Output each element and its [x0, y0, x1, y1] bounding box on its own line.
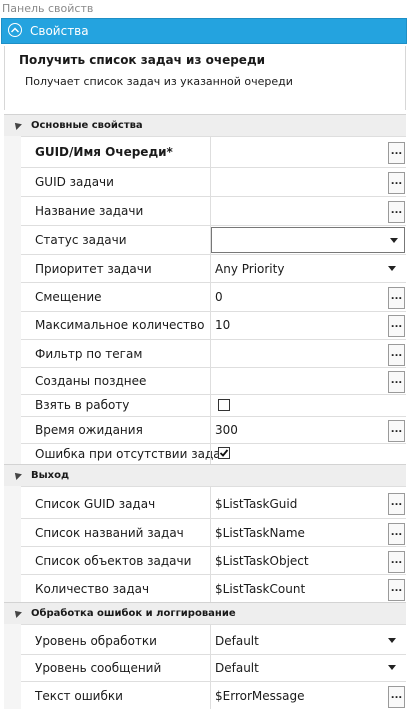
ellipsis-button[interactable]: ...: [388, 686, 405, 708]
prop-label: Список названий задач: [35, 526, 184, 540]
ellipsis-button[interactable]: ...: [388, 493, 405, 515]
prop-value-tag-filter[interactable]: ...: [210, 340, 406, 367]
prop-label: Созданы позднее: [35, 374, 147, 388]
collapse-triangle-icon[interactable]: [12, 120, 22, 130]
task-priority-dropdown[interactable]: Any Priority: [211, 255, 406, 282]
prop-value-handling-level[interactable]: Default: [210, 625, 406, 654]
prop-row-handling-level: Уровень обработки Default: [21, 624, 406, 654]
left-gutter: [4, 136, 21, 464]
prop-row-take-to-work: Взять в работу: [21, 394, 406, 416]
prop-label: Смещение: [35, 290, 102, 304]
panel-title: Панель свойств: [2, 2, 94, 15]
prop-value-error-text[interactable]: $ErrorMessage ...: [210, 682, 406, 709]
prop-row-count: Количество задач $ListTaskCount ...: [21, 574, 406, 602]
prop-value-timeout[interactable]: 300 ...: [210, 417, 406, 443]
collapse-triangle-icon[interactable]: [12, 470, 22, 480]
prop-label: Уровень сообщений: [35, 661, 162, 675]
prop-row-queue-guid: GUID/Имя Очереди* ...: [21, 136, 406, 167]
prop-label: GUID/Имя Очереди*: [35, 145, 173, 159]
prop-row-offset: Смещение 0 ...: [21, 282, 406, 311]
ellipsis-button[interactable]: ...: [388, 287, 405, 309]
prop-label: Приоритет задачи: [35, 262, 152, 276]
prop-label: GUID задачи: [35, 175, 114, 189]
ellipsis-button[interactable]: ...: [388, 371, 405, 393]
prop-label: Фильтр по тегам: [35, 347, 143, 361]
activity-description: Получает список задач из указанной очере…: [25, 75, 293, 88]
message-level-dropdown[interactable]: Default: [211, 655, 406, 681]
properties-header[interactable]: Свойства: [1, 18, 407, 44]
prop-row-task-name: Название задачи ...: [21, 196, 406, 225]
prop-row-tag-filter: Фильтр по тегам ...: [21, 339, 406, 367]
prop-value-message-level[interactable]: Default: [210, 655, 406, 681]
prop-label: Время ожидания: [35, 423, 143, 437]
prop-row-guid-list: Список GUID задач $ListTaskGuid ...: [21, 486, 406, 518]
category-output[interactable]: Выход: [4, 464, 406, 486]
prop-value-task-status[interactable]: [210, 226, 406, 254]
prop-value-take-to-work[interactable]: [210, 395, 406, 416]
chevron-down-icon[interactable]: [388, 638, 396, 643]
prop-label: Название задачи: [35, 204, 144, 218]
prop-value-guid-list[interactable]: $ListTaskGuid ...: [210, 487, 406, 518]
prop-row-max-count: Максимальное количество 10 ...: [21, 311, 406, 339]
chevron-down-icon[interactable]: [388, 266, 396, 271]
prop-value-name-list[interactable]: $ListTaskName ...: [210, 519, 406, 546]
prop-label: Статус задачи: [35, 233, 127, 247]
header-title: Свойства: [30, 24, 89, 38]
prop-value-offset[interactable]: 0 ...: [210, 283, 406, 311]
prop-value-object-list[interactable]: $ListTaskObject ...: [210, 547, 406, 574]
ellipsis-button[interactable]: ...: [388, 579, 405, 601]
chevron-down-icon[interactable]: [390, 238, 398, 243]
prop-row-task-guid: GUID задачи ...: [21, 167, 406, 196]
prop-label: Ошибка при отсутствии задач: [35, 447, 228, 461]
handling-level-dropdown[interactable]: Default: [211, 625, 406, 654]
category-label: Основные свойства: [31, 120, 143, 131]
ellipsis-button[interactable]: ...: [388, 315, 405, 337]
prop-value-error-if-empty[interactable]: [210, 444, 406, 464]
prop-row-message-level: Уровень сообщений Default: [21, 654, 406, 681]
left-gutter: [4, 624, 21, 709]
error-if-empty-checkbox[interactable]: [218, 447, 230, 459]
prop-row-task-status: Статус задачи: [21, 225, 406, 254]
prop-row-task-priority: Приоритет задачи Any Priority: [21, 254, 406, 282]
prop-row-name-list: Список названий задач $ListTaskName ...: [21, 518, 406, 546]
prop-row-object-list: Список объектов задачи $ListTaskObject .…: [21, 546, 406, 574]
ellipsis-button[interactable]: ...: [388, 420, 405, 442]
ellipsis-button[interactable]: ...: [388, 201, 405, 223]
prop-value-count[interactable]: $ListTaskCount ...: [210, 575, 406, 602]
ellipsis-button[interactable]: ...: [388, 344, 405, 366]
take-to-work-checkbox[interactable]: [218, 399, 230, 411]
prop-row-timeout: Время ожидания 300 ...: [21, 416, 406, 443]
prop-label: Список объектов задачи: [35, 554, 192, 568]
collapse-icon[interactable]: [8, 23, 22, 37]
chevron-down-icon[interactable]: [388, 665, 396, 670]
prop-value-task-name[interactable]: ...: [210, 197, 406, 225]
prop-value-max-count[interactable]: 10 ...: [210, 312, 406, 339]
task-status-dropdown[interactable]: [211, 227, 405, 253]
prop-label: Количество задач: [35, 582, 150, 596]
left-gutter: [4, 486, 21, 602]
prop-label: Список GUID задач: [35, 497, 156, 511]
ellipsis-button[interactable]: ...: [388, 142, 405, 164]
prop-label: Максимальное количество: [35, 318, 205, 332]
category-label: Обработка ошибок и логгирование: [31, 608, 236, 619]
prop-value-task-guid[interactable]: ...: [210, 168, 406, 196]
prop-label: Текст ошибки: [35, 689, 123, 703]
ellipsis-button[interactable]: ...: [388, 551, 405, 573]
prop-label: Взять в работу: [35, 398, 130, 412]
collapse-triangle-icon[interactable]: [12, 608, 22, 618]
category-main[interactable]: Основные свойства: [4, 114, 406, 136]
prop-label: Уровень обработки: [35, 634, 157, 648]
category-label: Выход: [31, 470, 70, 481]
ellipsis-button[interactable]: ...: [388, 523, 405, 545]
prop-row-created-after: Созданы позднее ...: [21, 367, 406, 394]
prop-value-created-after[interactable]: ...: [210, 368, 406, 394]
ellipsis-button[interactable]: ...: [388, 172, 405, 194]
prop-row-error-if-empty: Ошибка при отсутствии задач: [21, 443, 406, 464]
activity-title: Получить список задач из очереди: [19, 53, 266, 67]
activity-description-box: Получить список задач из очереди Получае…: [4, 46, 406, 110]
category-errors[interactable]: Обработка ошибок и логгирование: [4, 602, 406, 624]
prop-value-task-priority[interactable]: Any Priority: [210, 255, 406, 282]
prop-value-queue-guid[interactable]: ...: [210, 137, 406, 167]
prop-row-error-text: Текст ошибки $ErrorMessage ...: [21, 681, 406, 709]
